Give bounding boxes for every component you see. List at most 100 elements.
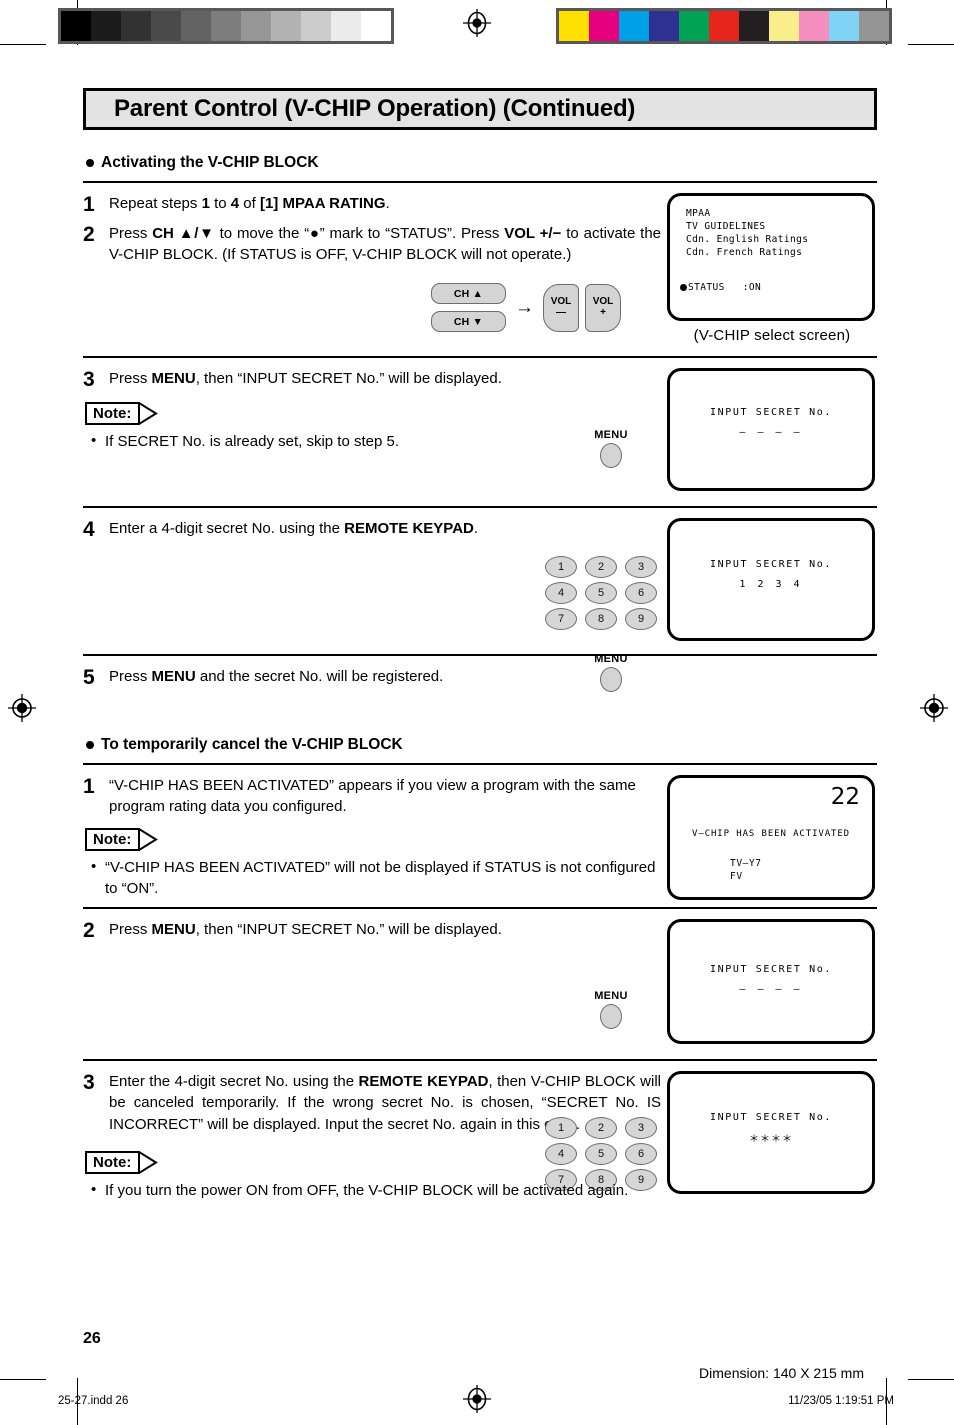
menu-button-label: MENU	[594, 990, 628, 1002]
color-swatch-6	[241, 11, 271, 41]
remote-keypad: 123 456 789	[545, 556, 657, 630]
keypad-key-2[interactable]: 2	[585, 556, 617, 578]
ch-down-button[interactable]: CH ▼	[431, 311, 506, 332]
step-number: 4	[83, 518, 95, 541]
tv-screen-line1: V–CHIP HAS BEEN ACTIVATED	[692, 829, 850, 839]
color-swatch-6	[739, 11, 769, 41]
keypad-key-6[interactable]: 6	[625, 1143, 657, 1165]
menu-button[interactable]	[600, 443, 622, 468]
bullet-dot-icon	[86, 741, 94, 749]
step-block-5: 5 Press MENU and the secret No. will be …	[83, 654, 877, 718]
menu-button-group: MENU	[583, 991, 639, 1029]
trim-mark-left-horizontal	[0, 44, 46, 45]
status-cursor-dot-icon	[680, 284, 687, 291]
page-title-bar: Parent Control (V-CHIP Operation) (Conti…	[83, 88, 877, 130]
keypad-key-4[interactable]: 4	[545, 1143, 577, 1165]
registration-mark-left	[8, 694, 36, 722]
remote-ch-vol-controls: CH ▲ CH ▼ → VOL — VOL +	[431, 283, 621, 332]
color-swatch-8	[799, 11, 829, 41]
keypad-key-8[interactable]: 8	[585, 608, 617, 630]
step-number: 1	[83, 775, 95, 798]
step-text: Enter a 4-digit secret No. using the REM…	[109, 520, 479, 537]
color-swatch-3	[151, 11, 181, 41]
step-text: Press MENU, then “INPUT SECRET No.” will…	[109, 370, 502, 387]
section-heading-activating: Activating the V-CHIP BLOCK	[86, 154, 877, 172]
step-item-s2-2: 2 Press MENU, then “INPUT SECRET No.” wi…	[83, 919, 661, 943]
color-swatch-8	[301, 11, 331, 41]
note-arrow-icon	[139, 827, 159, 851]
vol-plus-label: VOL	[592, 296, 614, 307]
step-text: Repeat steps 1 to 4 of [1] MPAA RATING.	[109, 195, 390, 212]
step-item-1: 1 Repeat steps 1 to 4 of [1] MPAA RATING…	[83, 193, 661, 217]
note-item: If you turn the power ON from OFF, the V…	[83, 1179, 661, 1201]
step-text: Press MENU and the secret No. will be re…	[109, 668, 444, 685]
note-label: Note:	[85, 827, 141, 851]
color-swatch-2	[121, 11, 151, 41]
note-badge: Note:	[85, 402, 160, 426]
color-swatch-10	[859, 11, 889, 41]
tv-status-row: STATUS:ON	[680, 282, 761, 293]
keypad-key-3[interactable]: 3	[625, 1117, 657, 1139]
tv-screen-line2: TV–Y7	[730, 858, 762, 869]
tv-channel-number: 22	[830, 784, 860, 810]
keypad-key-2[interactable]: 2	[585, 1117, 617, 1139]
vol-minus-label: VOL	[550, 296, 572, 307]
step-block-1-2: 1 Repeat steps 1 to 4 of [1] MPAA RATING…	[83, 183, 877, 356]
tv-screen-line1: INPUT SECRET No.	[710, 1112, 832, 1123]
color-swatch-9	[829, 11, 859, 41]
color-swatch-4	[679, 11, 709, 41]
keypad-key-4[interactable]: 4	[545, 582, 577, 604]
step-number: 2	[83, 919, 95, 942]
color-swatch-9	[331, 11, 361, 41]
note-item: “V-CHIP HAS BEEN ACTIVATED” will not be …	[83, 856, 660, 900]
color-swatch-7	[769, 11, 799, 41]
step-number: 3	[83, 368, 95, 391]
note-label: Note:	[85, 1150, 141, 1174]
tv-screen-vchip-select: MPAA TV GUIDELINES Cdn. English Ratings …	[667, 193, 875, 321]
keypad-key-9[interactable]: 9	[625, 608, 657, 630]
tv-screen-input-secret-masked: INPUT SECRET No. ＊＊＊＊	[667, 1071, 875, 1194]
keypad-key-7[interactable]: 7	[545, 608, 577, 630]
menu-button[interactable]	[600, 667, 622, 692]
tv-screen-line2: – – – –	[739, 984, 803, 995]
menu-button-group: MENU	[583, 654, 639, 692]
tv-screen-rating-lines: TV–Y7 FV	[730, 858, 762, 884]
step-item-3: 3 Press MENU, then “INPUT SECRET No.” wi…	[83, 368, 661, 392]
tv-screen-line2: ＊＊＊＊	[749, 1134, 793, 1145]
note-list: “V-CHIP HAS BEEN ACTIVATED” will not be …	[83, 856, 661, 900]
step-block-s2-3: 3 Enter the 4-digit secret No. using the…	[83, 1061, 877, 1221]
note-arrow-icon	[139, 402, 159, 426]
keypad-key-3[interactable]: 3	[625, 556, 657, 578]
step-item-5: 5 Press MENU and the secret No. will be …	[83, 666, 661, 690]
color-swatch-10	[361, 11, 391, 41]
page-title: Parent Control (V-CHIP Operation) (Conti…	[114, 95, 636, 122]
ch-up-button[interactable]: CH ▲	[431, 283, 506, 304]
step-item-4: 4 Enter a 4-digit secret No. using the R…	[83, 518, 661, 542]
manual-page-content: Parent Control (V-CHIP Operation) (Conti…	[83, 88, 877, 1221]
tv-menu-list: MPAA TV GUIDELINES Cdn. English Ratings …	[686, 208, 809, 259]
page-number: 26	[83, 1330, 101, 1347]
menu-button[interactable]	[600, 1004, 622, 1029]
step-text: “V-CHIP HAS BEEN ACTIVATED” appears if y…	[109, 777, 636, 816]
keypad-key-5[interactable]: 5	[585, 582, 617, 604]
keypad-key-5[interactable]: 5	[585, 1143, 617, 1165]
trim-mark-bottom-right-horizontal	[908, 1379, 954, 1380]
vol-plus-button[interactable]: VOL +	[585, 283, 621, 332]
note-badge: Note:	[85, 827, 160, 851]
menu-button-label: MENU	[594, 429, 628, 441]
tv-screen-line3: FV	[730, 870, 743, 882]
note-list: If you turn the power ON from OFF, the V…	[83, 1179, 661, 1201]
tv-screen-vchip-activated: 22 V–CHIP HAS BEEN ACTIVATED TV–Y7 FV	[667, 775, 875, 900]
color-calibration-bar	[556, 8, 892, 44]
section-heading-label: Activating the V-CHIP BLOCK	[101, 154, 319, 171]
keypad-key-1[interactable]: 1	[545, 1117, 577, 1139]
keypad-key-6[interactable]: 6	[625, 582, 657, 604]
registration-mark-top	[463, 9, 491, 37]
vol-minus-button[interactable]: VOL —	[543, 283, 579, 332]
color-swatch-1	[589, 11, 619, 41]
step-text: Press MENU, then “INPUT SECRET No.” will…	[109, 921, 502, 938]
color-swatch-7	[271, 11, 301, 41]
tv-status-label: STATUS	[688, 282, 725, 293]
keypad-key-1[interactable]: 1	[545, 556, 577, 578]
step-block-s2-1: 1 “V-CHIP HAS BEEN ACTIVATED” appears if…	[83, 765, 877, 907]
